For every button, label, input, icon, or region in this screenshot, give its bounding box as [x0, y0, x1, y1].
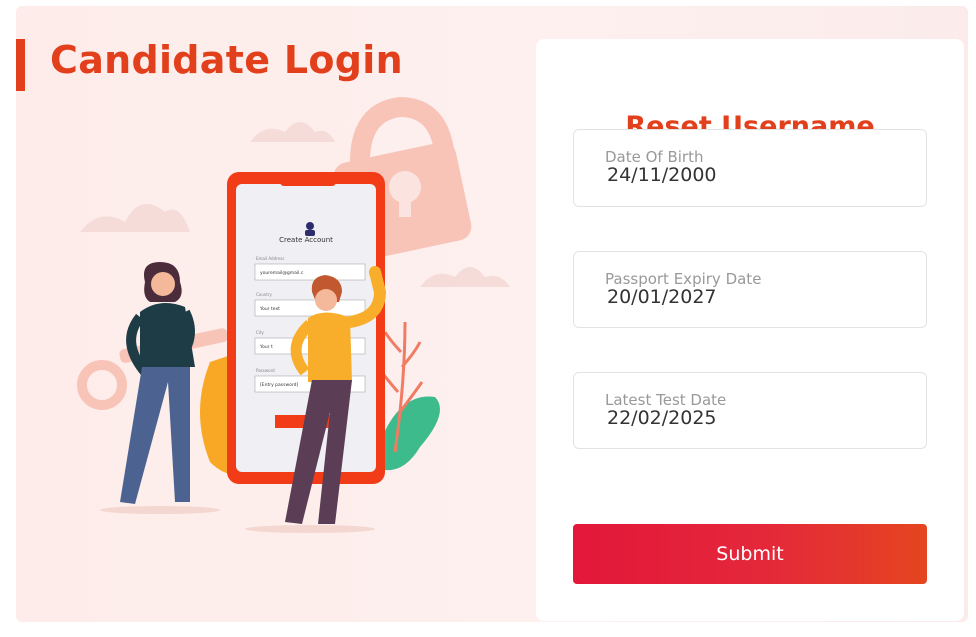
passport-expiry-date-value[interactable]: 20/01/2027: [607, 286, 717, 308]
latest-test-date-field[interactable]: Latest Test Date 22/02/2025: [573, 372, 927, 449]
green-plant: [380, 396, 440, 471]
phone-form-label: Country: [256, 292, 273, 297]
cloud-shape: [80, 204, 190, 232]
phone-form-label: City: [256, 330, 264, 335]
login-illustration: Create Account Email Address youremail@g…: [77, 96, 510, 533]
title-accent-bar: [16, 39, 25, 91]
phone-form-value: Your t: [259, 344, 273, 350]
latest-test-date-value[interactable]: 22/02/2025: [607, 407, 717, 429]
date-of-birth-value[interactable]: 24/11/2000: [607, 164, 717, 186]
phone-form-value: youremail@gmail.c: [260, 270, 304, 276]
phone-form-value: Your text: [259, 306, 280, 312]
cloud-shape: [250, 122, 335, 142]
phone-form-label: Email Address: [256, 256, 284, 261]
passport-expiry-date-field[interactable]: Passport Expiry Date 20/01/2027: [573, 251, 927, 328]
cloud-shape: [420, 267, 510, 287]
phone-form-label: Password: [256, 368, 275, 373]
phone-heading: Create Account: [279, 236, 333, 244]
date-of-birth-field[interactable]: Date Of Birth 24/11/2000: [573, 129, 927, 207]
phone-form-value: [Entry password]: [260, 382, 299, 388]
page-title: Candidate Login: [50, 38, 403, 82]
submit-button[interactable]: Submit: [573, 524, 927, 584]
